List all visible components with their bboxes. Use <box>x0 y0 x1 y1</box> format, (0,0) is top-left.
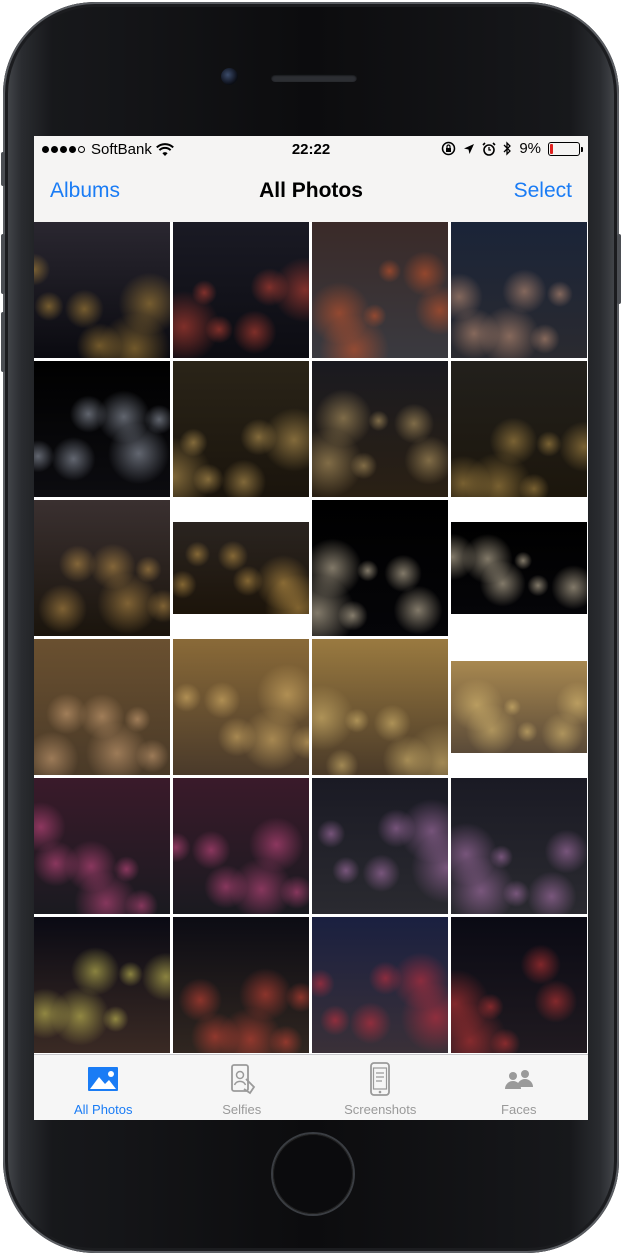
photo-image <box>451 661 587 753</box>
tab-faces[interactable]: Faces <box>450 1055 589 1120</box>
screenshot-icon <box>370 1062 391 1096</box>
photo-thumbnail-times-square-screen-1[interactable] <box>312 778 448 914</box>
tab-label: Faces <box>501 1102 537 1117</box>
photo-thumbnail-times-square-street-1[interactable] <box>34 222 170 358</box>
home-button[interactable] <box>273 1134 353 1214</box>
photo-thumbnail-times-square-signs-1[interactable] <box>173 222 309 358</box>
photo-image <box>34 778 170 914</box>
photo-image <box>451 222 587 358</box>
photo-image <box>312 361 448 497</box>
select-button[interactable]: Select <box>514 179 572 203</box>
photo-thumbnail-empire-state-building[interactable] <box>34 361 170 497</box>
photo-image <box>173 222 309 358</box>
photo-thumbnail-selfie-couple-night[interactable] <box>451 222 587 358</box>
photo-image <box>173 778 309 914</box>
photo-thumbnail-manhattan-panorama-2[interactable] <box>173 500 309 636</box>
photo-thumbnail-manhattan-skyline-3[interactable] <box>451 361 587 497</box>
photo-image <box>312 639 448 775</box>
photo-thumbnail-times-square-screen-2[interactable] <box>451 778 587 914</box>
photo-thumbnail-times-square-night-1[interactable] <box>34 917 170 1053</box>
power-button <box>617 234 621 304</box>
photo-thumbnail-manhattan-skyline-2[interactable] <box>312 361 448 497</box>
photo-image <box>173 917 309 1053</box>
alarm-icon <box>482 141 496 156</box>
orientation-lock-icon <box>442 141 456 156</box>
mute-switch <box>1 152 5 186</box>
photo-image <box>34 639 170 775</box>
status-right: 9% <box>441 140 583 157</box>
tab-screenshots[interactable]: Screenshots <box>311 1055 450 1120</box>
photo-image <box>173 522 309 614</box>
photo-image <box>173 639 309 775</box>
photo-image <box>312 778 448 914</box>
front-camera <box>221 68 238 85</box>
battery-percent: 9% <box>519 140 541 157</box>
photo-image <box>451 917 587 1053</box>
photo-image <box>34 917 170 1053</box>
tab-selfies[interactable]: Selfies <box>173 1055 312 1120</box>
navigation-bar: Albums All Photos Select <box>34 164 588 222</box>
photo-thumbnail-manhattan-panorama-1[interactable] <box>34 500 170 636</box>
photo-thumbnail-times-square-night-2[interactable] <box>173 917 309 1053</box>
photo-thumbnail-observation-silhouettes-2[interactable] <box>451 500 587 636</box>
location-arrow-icon <box>464 143 475 154</box>
bluetooth-icon <box>503 141 512 156</box>
photo-image <box>312 917 448 1053</box>
faces-icon <box>504 1070 533 1089</box>
tab-bar: All Photos Selfies Screenshots Faces <box>34 1054 588 1120</box>
photo-thumbnail-times-square-ticker[interactable] <box>312 917 448 1053</box>
albums-back-button[interactable]: Albums <box>50 179 120 203</box>
photo-image <box>451 522 587 614</box>
status-bar: SoftBank 22:22 9% <box>34 136 588 164</box>
photo-thumbnail-grand-central-hall-3[interactable] <box>451 639 587 775</box>
battery-level-fill <box>550 143 553 154</box>
photo-image <box>312 222 448 358</box>
photo-image <box>451 778 587 914</box>
photo-thumbnail-grand-central-hall-2[interactable] <box>312 639 448 775</box>
photo-thumbnail-times-square-billboards-2[interactable] <box>173 778 309 914</box>
photo-thumbnail-times-square-flag[interactable] <box>451 917 587 1053</box>
photo-image <box>312 500 448 636</box>
selfie-icon <box>230 1064 255 1095</box>
battery-icon <box>548 141 583 156</box>
photo-thumbnail-times-square-billboards-1[interactable] <box>34 778 170 914</box>
tab-label: Screenshots <box>344 1102 417 1117</box>
photo-image <box>173 361 309 497</box>
earpiece-speaker <box>271 74 357 82</box>
photo-thumbnail-grand-central-selfie[interactable] <box>34 639 170 775</box>
tab-label: Selfies <box>222 1102 262 1117</box>
photo-thumbnail-times-square-traffic[interactable] <box>312 222 448 358</box>
photo-image <box>34 500 170 636</box>
photo-icon <box>88 1067 119 1091</box>
photo-image <box>34 222 170 358</box>
volume-up-button <box>1 234 5 294</box>
tab-label: All Photos <box>73 1102 133 1117</box>
photo-grid <box>34 222 588 1054</box>
photo-thumbnail-grand-central-hall-1[interactable] <box>173 639 309 775</box>
volume-down-button <box>1 312 5 372</box>
screen: SoftBank 22:22 9% Albums All Photos Sele… <box>34 136 588 1120</box>
photo-thumbnail-manhattan-skyline-1[interactable] <box>173 361 309 497</box>
tab-all-photos[interactable]: All Photos <box>34 1055 173 1120</box>
photo-image <box>34 361 170 497</box>
photo-thumbnail-observation-silhouettes-1[interactable] <box>312 500 448 636</box>
photo-image <box>451 361 587 497</box>
